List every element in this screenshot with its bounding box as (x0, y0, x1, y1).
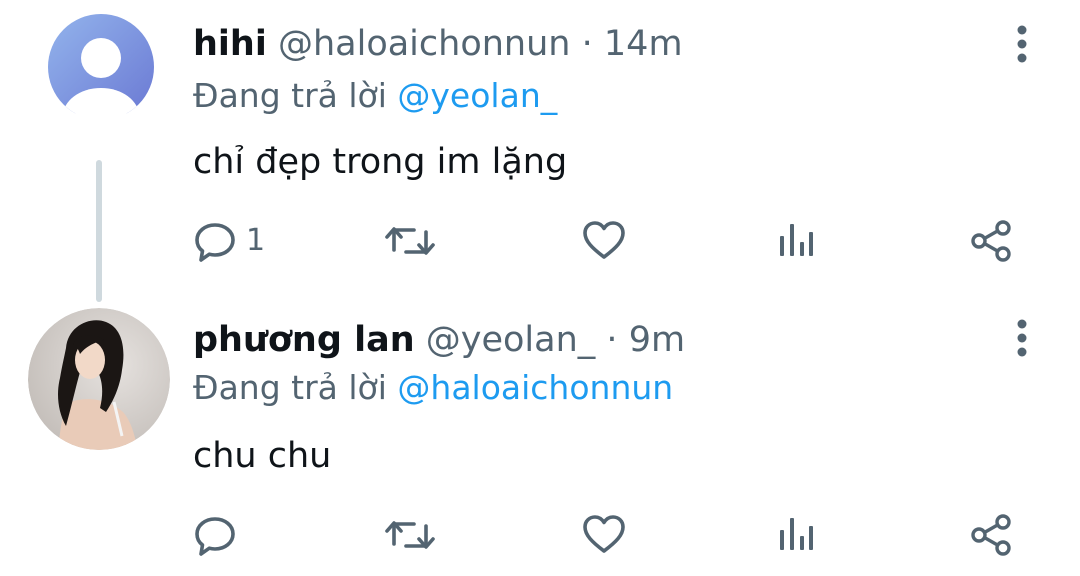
reply-button[interactable]: 1 (192, 216, 265, 266)
more-vertical-icon (1017, 319, 1027, 357)
tweet-text: chỉ đẹp trong im lặng (193, 142, 568, 182)
user-handle[interactable]: @yeolan_ (426, 320, 596, 360)
views-button[interactable] (776, 216, 816, 266)
replying-to: Đang trả lời @haloaichonnun (193, 366, 673, 410)
replying-to-mention[interactable]: @haloaichonnun (397, 368, 673, 407)
analytics-icon (780, 518, 813, 550)
display-name[interactable]: hihi (193, 24, 267, 64)
retweet-button[interactable] (384, 216, 436, 266)
user-handle[interactable]: @haloaichonnun (278, 24, 571, 64)
profile-photo (28, 308, 170, 450)
separator: · (606, 320, 618, 360)
default-avatar-icon (48, 14, 154, 142)
reply-icon (195, 223, 235, 262)
avatar[interactable] (28, 308, 170, 450)
like-button[interactable] (582, 510, 626, 560)
reply-icon (195, 517, 235, 556)
share-icon (971, 514, 1011, 556)
like-button[interactable] (582, 216, 626, 266)
tweet-text: chu chu (193, 436, 332, 476)
retweet-button[interactable] (384, 510, 436, 560)
reply-count: 1 (246, 223, 266, 258)
more-options-button[interactable] (1004, 316, 1040, 360)
tweet[interactable]: hihi @haloaichonnun · 14m Đang trả lời @… (0, 0, 1080, 302)
heart-icon (583, 515, 625, 553)
more-options-button[interactable] (1004, 22, 1040, 66)
separator: · (581, 24, 593, 64)
avatar[interactable] (48, 14, 154, 144)
display-name[interactable]: phương lan (193, 320, 415, 360)
views-button[interactable] (776, 510, 816, 560)
analytics-icon (780, 224, 813, 256)
retweet-icon (385, 521, 435, 549)
retweet-icon (385, 227, 435, 255)
reply-button[interactable] (192, 510, 246, 560)
tweet-header: hihi @haloaichonnun · 14m (193, 22, 683, 66)
action-bar: 1 (0, 216, 1080, 266)
more-vertical-icon (1017, 25, 1027, 63)
share-button[interactable] (968, 510, 1014, 560)
tweet[interactable]: phương lan @yeolan_ · 9m Đang trả lời @h… (0, 300, 1080, 576)
share-button[interactable] (968, 216, 1014, 266)
replying-to-label: Đang trả lời (193, 368, 387, 407)
heart-icon (583, 221, 625, 259)
action-bar (0, 510, 1080, 560)
replying-to-mention[interactable]: @yeolan_ (397, 76, 557, 115)
share-icon (971, 220, 1011, 262)
timestamp[interactable]: 14m (604, 24, 683, 64)
tweet-header: phương lan @yeolan_ · 9m (193, 318, 685, 362)
replying-to: Đang trả lời @yeolan_ (193, 74, 557, 118)
replying-to-label: Đang trả lời (193, 76, 387, 115)
timestamp[interactable]: 9m (629, 320, 685, 360)
